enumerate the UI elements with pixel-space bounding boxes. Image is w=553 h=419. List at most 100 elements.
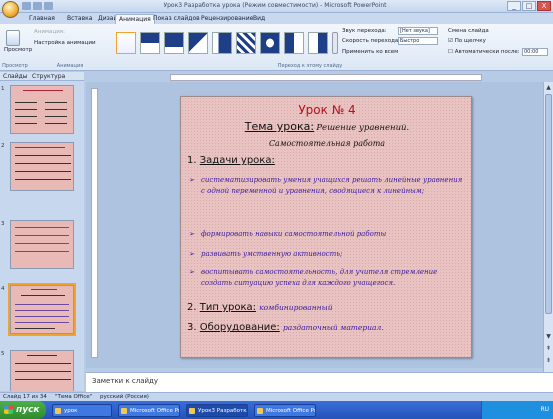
notes-placeholder: Заметки к слайду [92,377,159,385]
thumb-number: 3 [1,221,5,227]
ribbon: Просмотр Просмотр Анимация: Настройка ан… [0,24,553,71]
section-number: 3. [187,322,197,333]
taskbar: пуск урок Microsoft Office Pow... Урок3 … [0,401,553,419]
theme-label: Тема урока: [244,120,315,133]
bullet-item[interactable]: воспитывать самостоятельность, для учите… [189,267,464,289]
undo-icon[interactable] [33,2,42,10]
taskbar-item[interactable]: Microsoft Office Pow... [118,404,180,417]
tab-review[interactable]: Рецензирование [198,14,256,24]
quick-access-toolbar [22,2,53,10]
section-tasks[interactable]: 1. Задачи урока: [187,155,275,166]
next-slide-icon[interactable]: ⇟ [544,356,553,365]
on-click-checkbox[interactable]: ☑ По щелчку [448,38,486,44]
slide-theme-line[interactable]: Тема урока: Решение уравнений. [181,120,473,133]
section-label: Задачи урока: [199,155,275,166]
window-controls: _ □ X [507,1,551,11]
apply-all-button[interactable]: Применить ко всем [342,49,398,55]
bullet-item[interactable]: развивать умственную активность; [189,249,464,260]
auto-after-time[interactable]: 00:00 [522,48,548,56]
transition-speed-select[interactable]: Быстро [398,37,438,45]
section-equipment[interactable]: 3. Оборудование: раздаточный материал. [187,322,384,333]
taskbar-item-active[interactable]: Урок3 Разработка ... [186,404,248,417]
slide-thumbnail[interactable] [10,85,74,134]
scroll-up-icon[interactable]: ▲ [544,83,553,92]
status-bar: Слайд 17 из 34 "Тема Office" русский (Ро… [0,392,553,401]
thumb-number: 4 [1,286,5,292]
transition-sound-select[interactable]: [Нет звука] [398,27,438,35]
transition-sound-label: Звук перехода: [342,28,387,34]
tab-insert[interactable]: Вставка [64,14,95,24]
transition-tile-8[interactable] [308,32,328,54]
window-title: Урок3 Разработка урока (Режим совместимо… [163,2,387,9]
pane-tabs: Слайды Структура [0,72,84,81]
status-theme: "Тема Office" [55,394,93,400]
vertical-ruler [91,88,98,358]
theme-value: Решение уравнений. [316,123,410,133]
vertical-scrollbar[interactable]: ▲ ▼ ⇞ ⇟ [543,82,553,372]
tab-view[interactable]: Вид [250,14,268,24]
tab-slideshow[interactable]: Показ слайдов [150,14,203,24]
previous-slide-icon[interactable]: ⇞ [544,344,553,353]
slide-thumbnail[interactable] [10,142,74,191]
scroll-thumb[interactable] [545,94,552,314]
slide-thumbnails: 1 2 3 4 5 [0,81,84,391]
section-type[interactable]: 2. Тип урока: комбинированный [187,302,333,313]
auto-after-label: Автоматически после: [454,49,520,55]
taskbar-item[interactable]: Microsoft Office Pow... [254,404,316,417]
slide-thumbnail[interactable] [10,350,74,391]
thumb-number: 2 [1,143,5,149]
transition-tile-6[interactable] [260,32,280,54]
office-button[interactable] [2,1,19,18]
transition-tile-5[interactable] [236,32,256,54]
tab-slides[interactable]: Слайды [3,73,28,80]
transition-tile-2[interactable] [164,32,184,54]
scroll-down-icon[interactable]: ▼ [544,332,553,341]
notes-pane[interactable]: Заметки к слайду [86,372,553,392]
maximize-button[interactable]: □ [522,1,536,11]
section-value: комбинированный [259,303,333,312]
gallery-more-button[interactable] [332,32,338,54]
on-click-label: По щелчку [454,38,486,44]
language-indicator[interactable]: RU [540,406,549,413]
section-label: Тип урока: [199,302,256,313]
preview-icon[interactable] [6,30,20,46]
group-label-transition: Переход к этому слайду [277,63,343,69]
tab-outline[interactable]: Структура [32,73,65,80]
transition-none-tile[interactable] [116,32,136,54]
animate-dropdown[interactable]: Анимация: [34,29,65,35]
group-label-animation: Анимация [56,63,84,69]
custom-animation-button[interactable]: Настройка анимации [34,40,96,46]
slide-thumbnail-selected[interactable] [8,283,76,336]
horizontal-ruler [170,74,482,81]
bullet-item[interactable]: формировать навыки самостоятельной работ… [189,229,464,240]
transition-tile-7[interactable] [284,32,304,54]
auto-after-checkbox[interactable]: ☐ Автоматически после: [448,49,520,55]
section-label: Оборудование: [199,322,280,333]
slide-title[interactable]: Урок № 4 [181,103,473,117]
title-bar: Урок3 Разработка урока (Режим совместимо… [0,0,553,13]
section-value: раздаточный материал. [282,323,384,332]
preview-button[interactable]: Просмотр [4,47,32,53]
tab-animation[interactable]: Анимация [115,14,155,24]
bullet-item[interactable]: систематизировать умения учащихся решать… [189,175,464,197]
thumb-number: 1 [1,86,5,92]
status-language: русский (Россия) [100,394,149,400]
tab-home[interactable]: Главная [26,14,58,24]
close-button[interactable]: X [537,1,551,11]
slide-thumbnail[interactable] [10,220,74,269]
slide-subtitle[interactable]: Самостоятельная работа [181,139,473,148]
transition-tile-3[interactable] [188,32,208,54]
system-tray: RU [481,401,553,419]
section-number: 2. [187,302,197,313]
section-number: 1. [187,155,197,166]
redo-icon[interactable] [44,2,53,10]
save-icon[interactable] [22,2,31,10]
ribbon-tabs: Главная Вставка Дизайн Анимация Показ сл… [0,13,553,24]
transition-tile-4[interactable] [212,32,232,54]
start-button[interactable]: пуск [0,401,46,419]
transition-tile-1[interactable] [140,32,160,54]
advance-slide-title: Смена слайда [448,28,489,34]
current-slide[interactable]: Урок № 4 Тема урока: Решение уравнений. … [180,96,472,358]
taskbar-item[interactable]: урок [52,404,112,417]
minimize-button[interactable]: _ [507,1,521,11]
